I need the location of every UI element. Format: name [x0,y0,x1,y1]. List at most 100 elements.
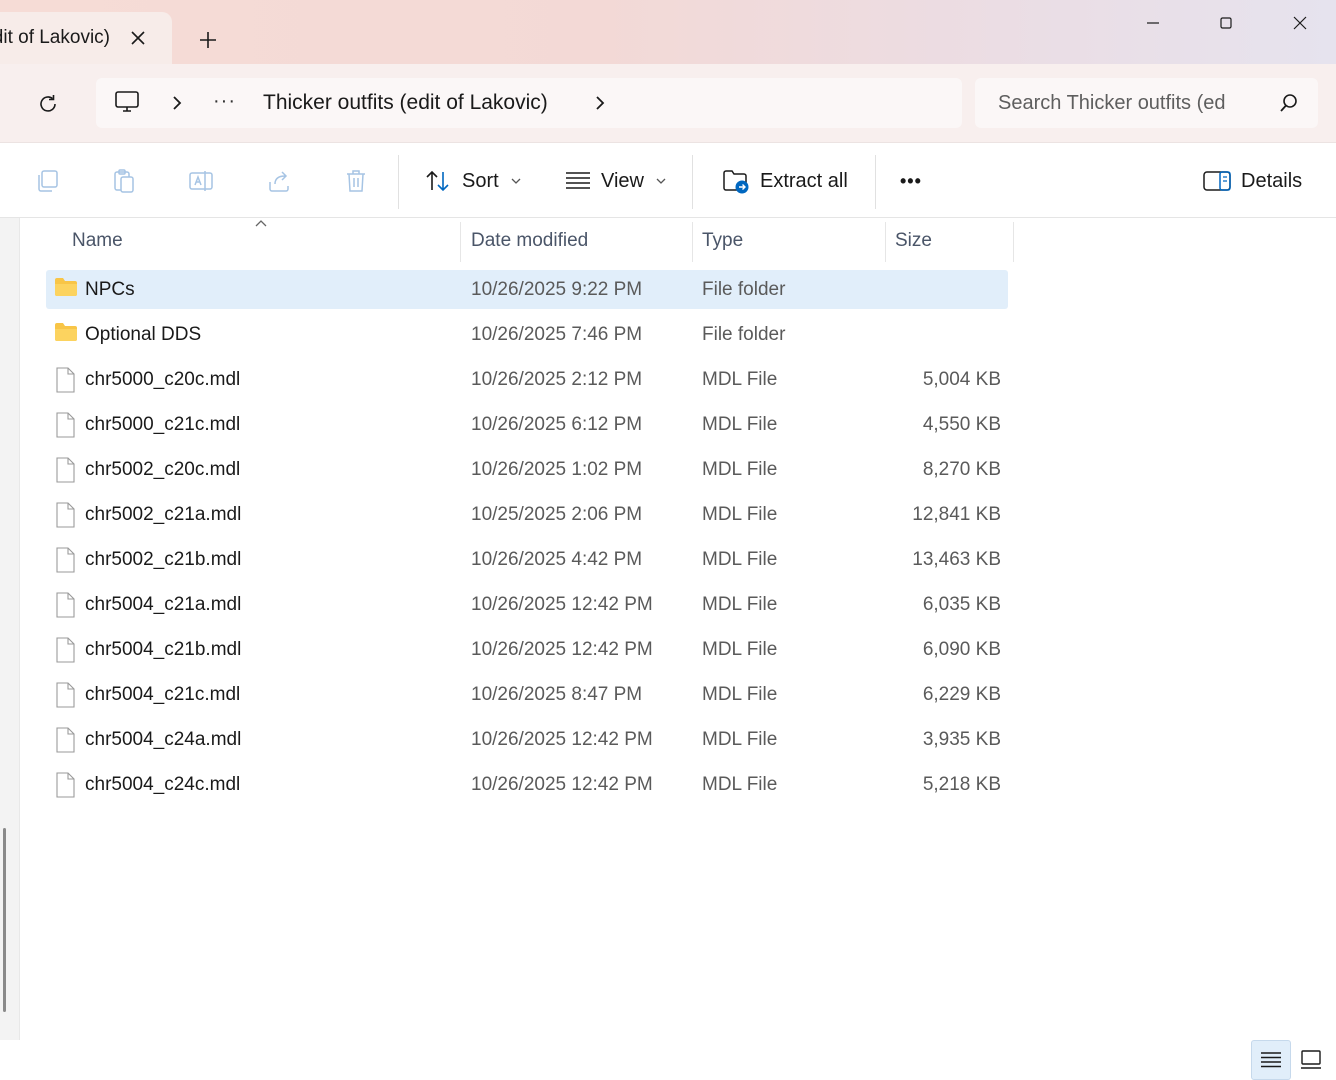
file-row[interactable]: chr5002_c21b.mdl 10/26/2025 4:42 PM MDL Fi… [46,539,1008,584]
file-name: chr5004_c21b.mdl [85,639,242,660]
file-size: 6,035 KB [922,594,1001,615]
title-bar: Thicker outfits (edit of Lakovic) [0,0,1336,64]
file-row[interactable]: chr5000_c20c.mdl 10/26/2025 2:12 PM MDL Fi… [46,359,1008,404]
maximize-icon [1220,17,1232,29]
column-header-size[interactable]: Size [895,230,932,252]
file-size: 8,270 KB [922,459,1001,480]
file-row[interactable]: chr5004_c21c.mdl 10/26/2025 8:47 PM MDL Fi… [46,674,1008,719]
tab-title: Thicker outfits (edit of Lakovic) [0,27,110,48]
column-divider[interactable] [885,222,886,262]
sort-button[interactable]: Sort [424,165,521,197]
sort-label: Sort [462,169,499,192]
file-date-modified: 10/26/2025 2:12 PM [471,369,643,390]
search-input[interactable]: Search Thicker outfits (ed [998,92,1268,115]
breadcrumb-current[interactable]: Thicker outfits (edit of Lakovic) [263,91,548,115]
minimize-button[interactable] [1130,6,1176,40]
view-label: View [601,169,644,192]
extract-all-button[interactable]: Extract all [722,165,848,197]
file-row[interactable]: chr5002_c20c.mdl 10/26/2025 1:02 PM MDL Fi… [46,449,1008,494]
breadcrumb-overflow[interactable]: ··· [213,90,236,113]
file-icon [54,592,76,623]
new-tab-button[interactable] [192,24,224,56]
chevron-right-icon[interactable] [170,94,184,112]
tab-close-button[interactable] [124,24,152,52]
file-size: 5,004 KB [922,369,1001,390]
file-type: MDL File [702,459,778,480]
large-icons-view-icon [1301,1050,1321,1069]
folder-icon [54,277,78,302]
file-name: chr5004_c21a.mdl [85,594,242,615]
file-icon [54,682,76,713]
file-date-modified: 10/25/2025 2:06 PM [471,504,643,525]
file-row[interactable]: chr5000_c21c.mdl 10/26/2025 6:12 PM MDL Fi… [46,404,1008,449]
column-header-row: Name Date modified Type Size [46,220,1016,262]
refresh-button[interactable] [30,86,66,122]
extract-folder-icon [723,170,749,194]
file-row[interactable]: chr5002_c21a.mdl 10/25/2025 2:06 PM MDL Fi… [46,494,1008,539]
share-button[interactable] [265,167,293,195]
share-icon [269,171,289,192]
file-type: MDL File [702,639,778,660]
file-row[interactable]: chr5004_c21a.mdl 10/26/2025 12:42 PM MDL F… [46,584,1008,629]
paste-button[interactable] [110,167,138,195]
file-date-modified: 10/26/2025 4:42 PM [471,549,643,570]
file-size: 5,218 KB [922,774,1001,795]
search-box[interactable]: Search Thicker outfits (ed [975,78,1318,128]
tab-active[interactable]: Thicker outfits (edit of Lakovic) [0,12,172,64]
more-options-button[interactable]: ••• [900,165,922,197]
file-list: NPCs 10/26/2025 9:22 PM File folder Optiona… [46,269,1008,809]
file-type: File folder [702,279,786,300]
view-button[interactable]: View [565,165,666,197]
navigation-scrollbar[interactable] [3,828,6,1012]
file-row[interactable]: chr5004_c24c.mdl 10/26/2025 12:42 PM MDL F… [46,764,1008,809]
folder-icon [54,322,78,347]
file-date-modified: 10/26/2025 12:42 PM [471,774,653,795]
file-name: chr5000_c20c.mdl [85,369,241,390]
computer-icon[interactable] [114,89,140,115]
file-size: 3,935 KB [922,729,1001,750]
copy-button[interactable] [33,167,61,195]
close-icon [1293,16,1307,30]
file-row[interactable]: NPCs 10/26/2025 9:22 PM File folder [46,269,1008,314]
column-divider[interactable] [460,222,461,262]
file-row[interactable]: chr5004_c24a.mdl 10/26/2025 12:42 PM MDL F… [46,719,1008,764]
column-header-date[interactable]: Date modified [471,230,588,252]
maximize-button[interactable] [1203,6,1249,40]
chevron-right-icon[interactable] [593,94,607,112]
file-date-modified: 10/26/2025 12:42 PM [471,639,653,660]
file-name: Optional DDS [85,324,202,345]
navigation-bar: ··· Thicker outfits (edit of Lakovic) Se… [0,64,1336,142]
file-date-modified: 10/26/2025 1:02 PM [471,459,643,480]
copy-icon [38,170,58,192]
details-view-button[interactable] [1251,1040,1291,1080]
view-list-icon [566,172,590,189]
file-date-modified: 10/26/2025 12:42 PM [471,594,653,615]
column-divider[interactable] [1013,222,1014,262]
file-date-modified: 10/26/2025 7:46 PM [471,324,643,345]
delete-button[interactable] [342,167,370,195]
address-bar[interactable]: ··· Thicker outfits (edit of Lakovic) [96,78,962,128]
column-divider[interactable] [692,222,693,262]
file-icon [54,637,76,668]
file-icon [54,502,76,533]
file-size: 12,841 KB [912,504,1001,525]
column-header-name[interactable]: Name [72,230,123,252]
details-button[interactable]: Details [1203,165,1302,197]
details-label: Details [1241,169,1303,192]
details-pane-icon [1203,171,1231,191]
column-header-type[interactable]: Type [702,230,743,252]
separator [875,155,876,209]
file-type: MDL File [702,414,778,435]
file-size: 13,463 KB [912,549,1001,570]
plus-icon [200,32,216,48]
close-window-button[interactable] [1277,6,1323,40]
extract-all-label: Extract all [760,169,848,192]
separator [398,155,399,209]
details-view-icon [1261,1052,1281,1068]
file-date-modified: 10/26/2025 6:12 PM [471,414,643,435]
file-size: 6,090 KB [922,639,1001,660]
tiles-view-button[interactable] [1291,1040,1331,1080]
rename-button[interactable] [187,167,215,195]
file-row[interactable]: chr5004_c21b.mdl 10/26/2025 12:42 PM MDL F… [46,629,1008,674]
file-row[interactable]: Optional DDS 10/26/2025 7:46 PM File folde… [46,314,1008,359]
